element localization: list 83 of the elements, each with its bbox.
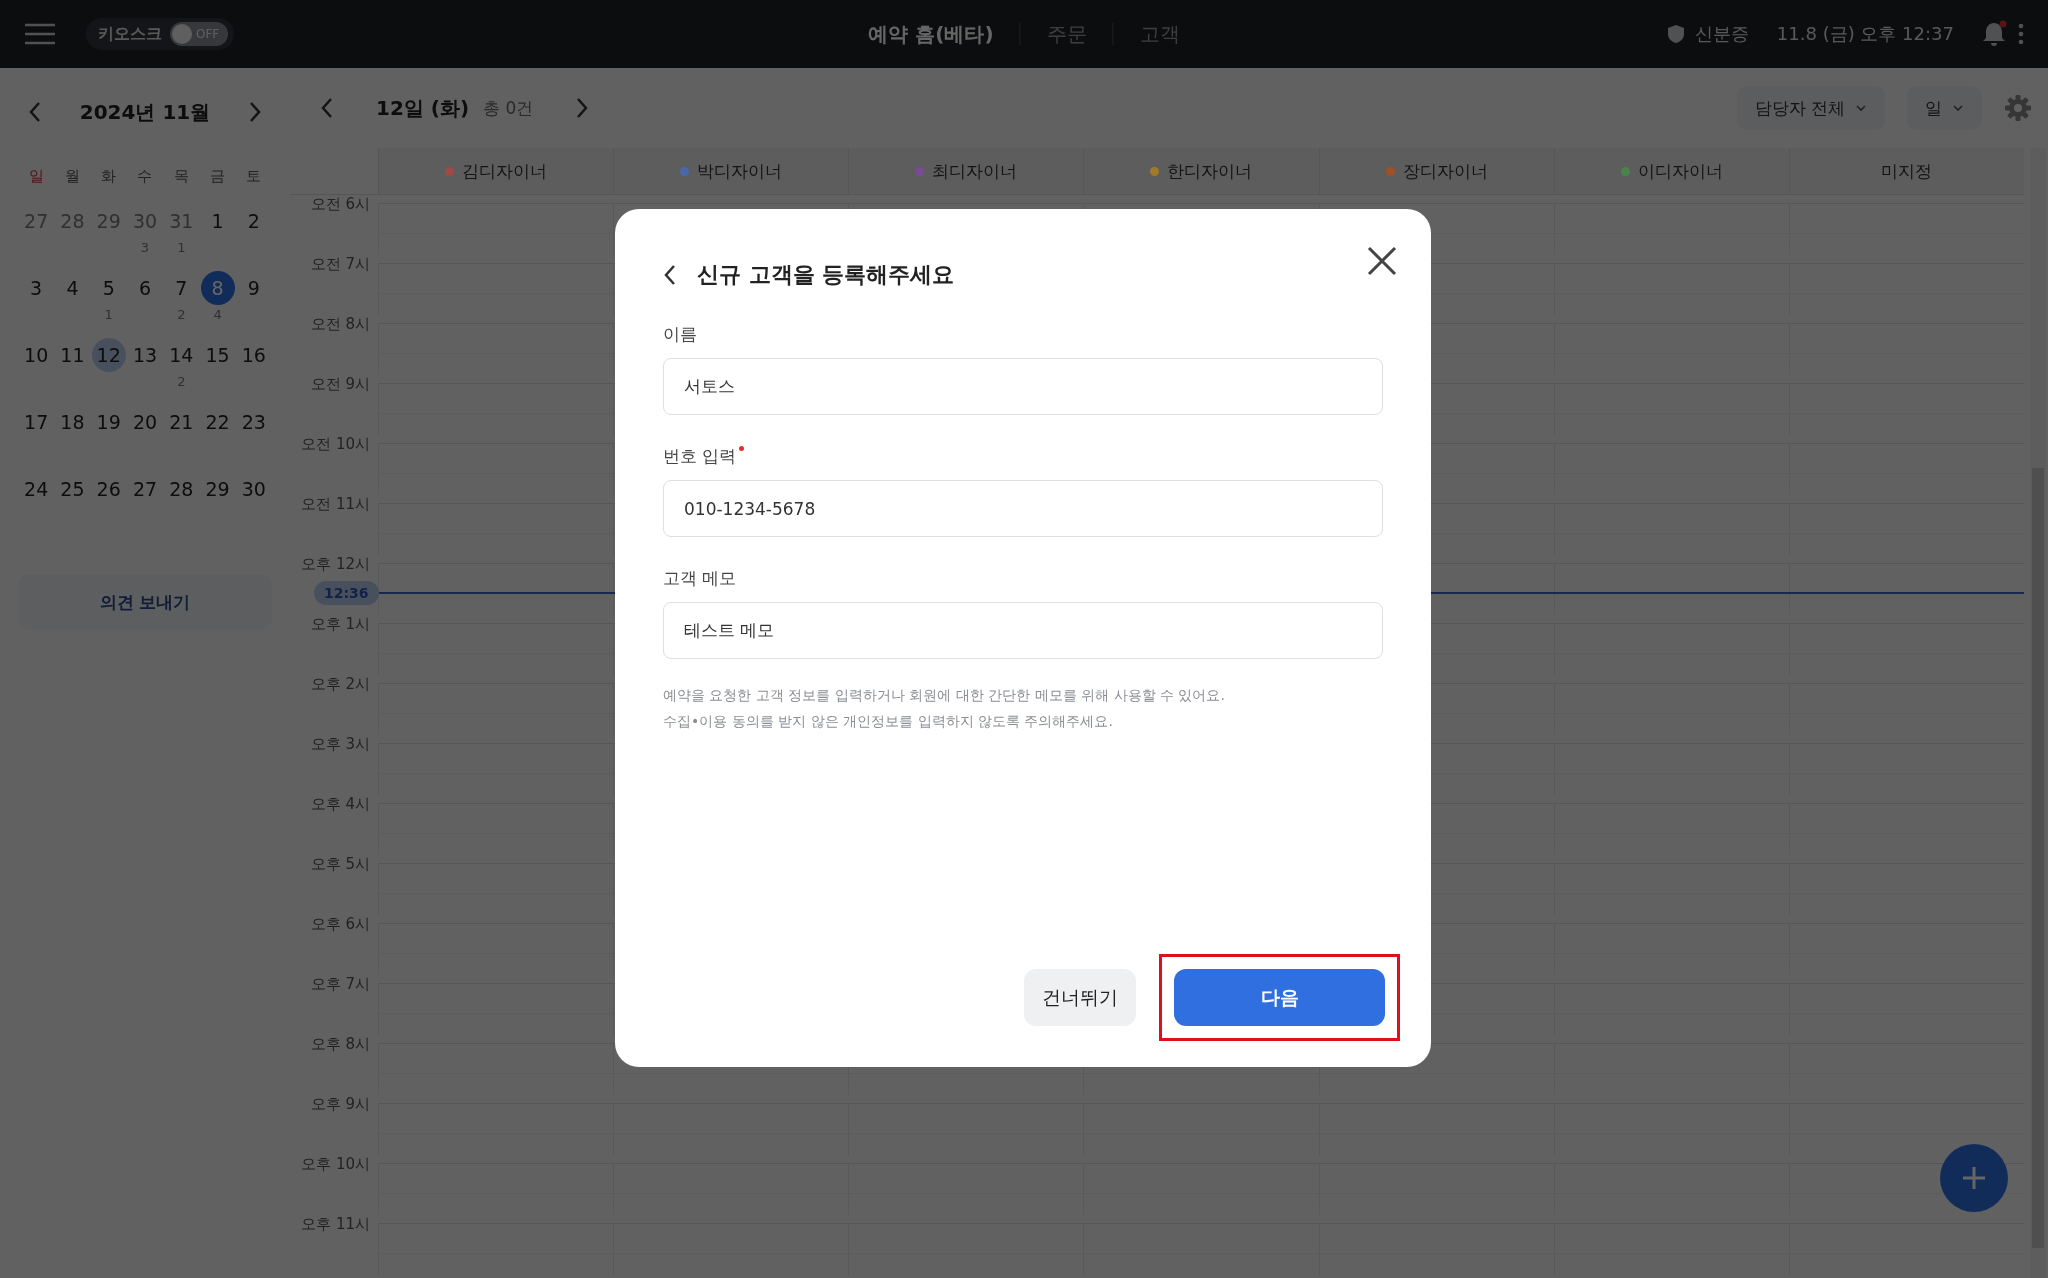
calendar-day[interactable]: 5 [91, 271, 126, 305]
calendar-day[interactable]: 28 [164, 472, 199, 506]
staff-column-header: 장디자이너 [1318, 148, 1554, 194]
calendar-day[interactable]: 24 [19, 472, 54, 506]
hour-label: 오전 8시 [309, 315, 371, 333]
weekday-label: 목 [172, 166, 190, 187]
staff-column-header: 이디자이너 [1553, 148, 1789, 194]
calendar-day[interactable]: 15 [200, 338, 235, 372]
calendar-day[interactable]: 9 [236, 271, 271, 305]
hour-label: 오후 3시 [309, 735, 371, 753]
hour-label: 오후 1시 [309, 615, 371, 633]
weekday-label: 토 [245, 166, 263, 187]
calendar-day[interactable]: 4 [55, 271, 90, 305]
hour-label: 오전 10시 [300, 435, 371, 453]
calendar-day[interactable]: 7 [164, 271, 199, 305]
calendar-day[interactable]: 23 [236, 405, 271, 439]
calendar-day[interactable]: 25 [55, 472, 90, 506]
staff-dropdown[interactable]: 담당자 전체 [1736, 86, 1885, 130]
skip-button[interactable]: 건너뛰기 [1024, 969, 1136, 1026]
calendar-day[interactable]: 18 [55, 405, 90, 439]
hour-label: 오전 7시 [309, 255, 371, 273]
current-time-badge: 12:36 [314, 581, 379, 605]
nav-tab[interactable]: 예약 홈(베타) [868, 20, 994, 48]
dialog-title: 신규 고객을 등록해주세요 [697, 261, 955, 289]
staff-column-header: 미지정 [1788, 148, 2024, 194]
calendar-day[interactable]: 27 [128, 472, 162, 506]
calendar-day[interactable]: 6 [128, 271, 162, 305]
next-button[interactable]: 다음 [1174, 969, 1385, 1026]
calendar-day[interactable]: 19 [91, 405, 126, 439]
hour-label: 오전 9시 [309, 375, 371, 393]
hour-label: 오후 8시 [309, 1035, 371, 1053]
calendar-day[interactable]: 22 [200, 405, 235, 439]
weekday-label: 화 [100, 166, 118, 187]
hour-label: 오전 6시 [309, 195, 371, 213]
feedback-button[interactable]: 의견 보내기 [18, 575, 272, 629]
field-label: 이름 [663, 323, 697, 346]
calendar-day[interactable]: 10 [19, 338, 54, 372]
calendar-day[interactable]: 30 [236, 472, 271, 506]
view-dropdown[interactable]: 일 [1907, 86, 1982, 130]
weekday-label: 수 [136, 166, 154, 187]
calendar-day[interactable]: 21 [164, 405, 199, 439]
hour-label: 오후 5시 [309, 855, 371, 873]
weekday-label: 금 [209, 166, 227, 187]
field-label: 고객 메모 [663, 567, 737, 590]
help-text: 예약을 요청한 고객 정보를 입력하거나 회원에 대한 간단한 메모를 위해 사용할 수 있어요. [663, 687, 1226, 705]
calendar-day[interactable]: 20 [128, 405, 162, 439]
weekday-label: 월 [63, 166, 81, 187]
hour-label: 오후 4시 [309, 795, 371, 813]
input-field[interactable]: 010-1234-5678 [663, 480, 1383, 537]
id-card-label[interactable]: 신분증 [1694, 22, 1749, 46]
hour-label: 오후 11시 [300, 1215, 371, 1233]
staff-column-header: 한디자이너 [1083, 148, 1319, 194]
calendar-day[interactable]: 8 [200, 271, 235, 305]
calendar-day[interactable]: 3 [19, 271, 54, 305]
hour-label: 오후 10시 [300, 1155, 371, 1173]
calendar-day[interactable]: 13 [128, 338, 162, 372]
hour-label: 오후 2시 [309, 675, 371, 693]
staff-column-header: 박디자이너 [613, 148, 849, 194]
calendar-day[interactable]: 26 [91, 472, 126, 506]
datetime: 11.8 (금) 오후 12:37 [1776, 22, 1954, 46]
calendar-day[interactable]: 29 [200, 472, 235, 506]
calendar-day[interactable]: 11 [55, 338, 90, 372]
month-title: 2024년 11월 [79, 98, 211, 126]
calendar-day[interactable]: 2 [236, 204, 271, 238]
staff-column-header: 김디자이너 [378, 148, 614, 194]
calendar-day[interactable]: 14 [164, 338, 199, 372]
field-label: 번호 입력 [663, 445, 737, 468]
help-text: 수집•이용 동의를 받지 않은 개인정보를 입력하지 않도록 주의해주세요. [663, 713, 1114, 731]
calendar-day[interactable]: 17 [19, 405, 54, 439]
hour-label: 오후 9시 [309, 1095, 371, 1113]
calendar-day[interactable]: 12 [91, 338, 126, 372]
calendar-day[interactable]: 1 [200, 204, 235, 238]
hour-label: 오후 7시 [309, 975, 371, 993]
calendar-day[interactable]: 16 [236, 338, 271, 372]
input-field[interactable]: 서토스 [663, 358, 1383, 415]
staff-column-header: 최디자이너 [848, 148, 1084, 194]
total-count: 총 0건 [483, 96, 534, 120]
hour-label: 오후 6시 [309, 915, 371, 933]
hour-label: 오후 12시 [300, 555, 371, 573]
hour-label: 오전 11시 [300, 495, 371, 513]
input-field[interactable]: 테스트 메모 [663, 602, 1383, 659]
weekday-label: 일 [27, 166, 45, 187]
date-title: 12일 (화) [376, 94, 470, 122]
